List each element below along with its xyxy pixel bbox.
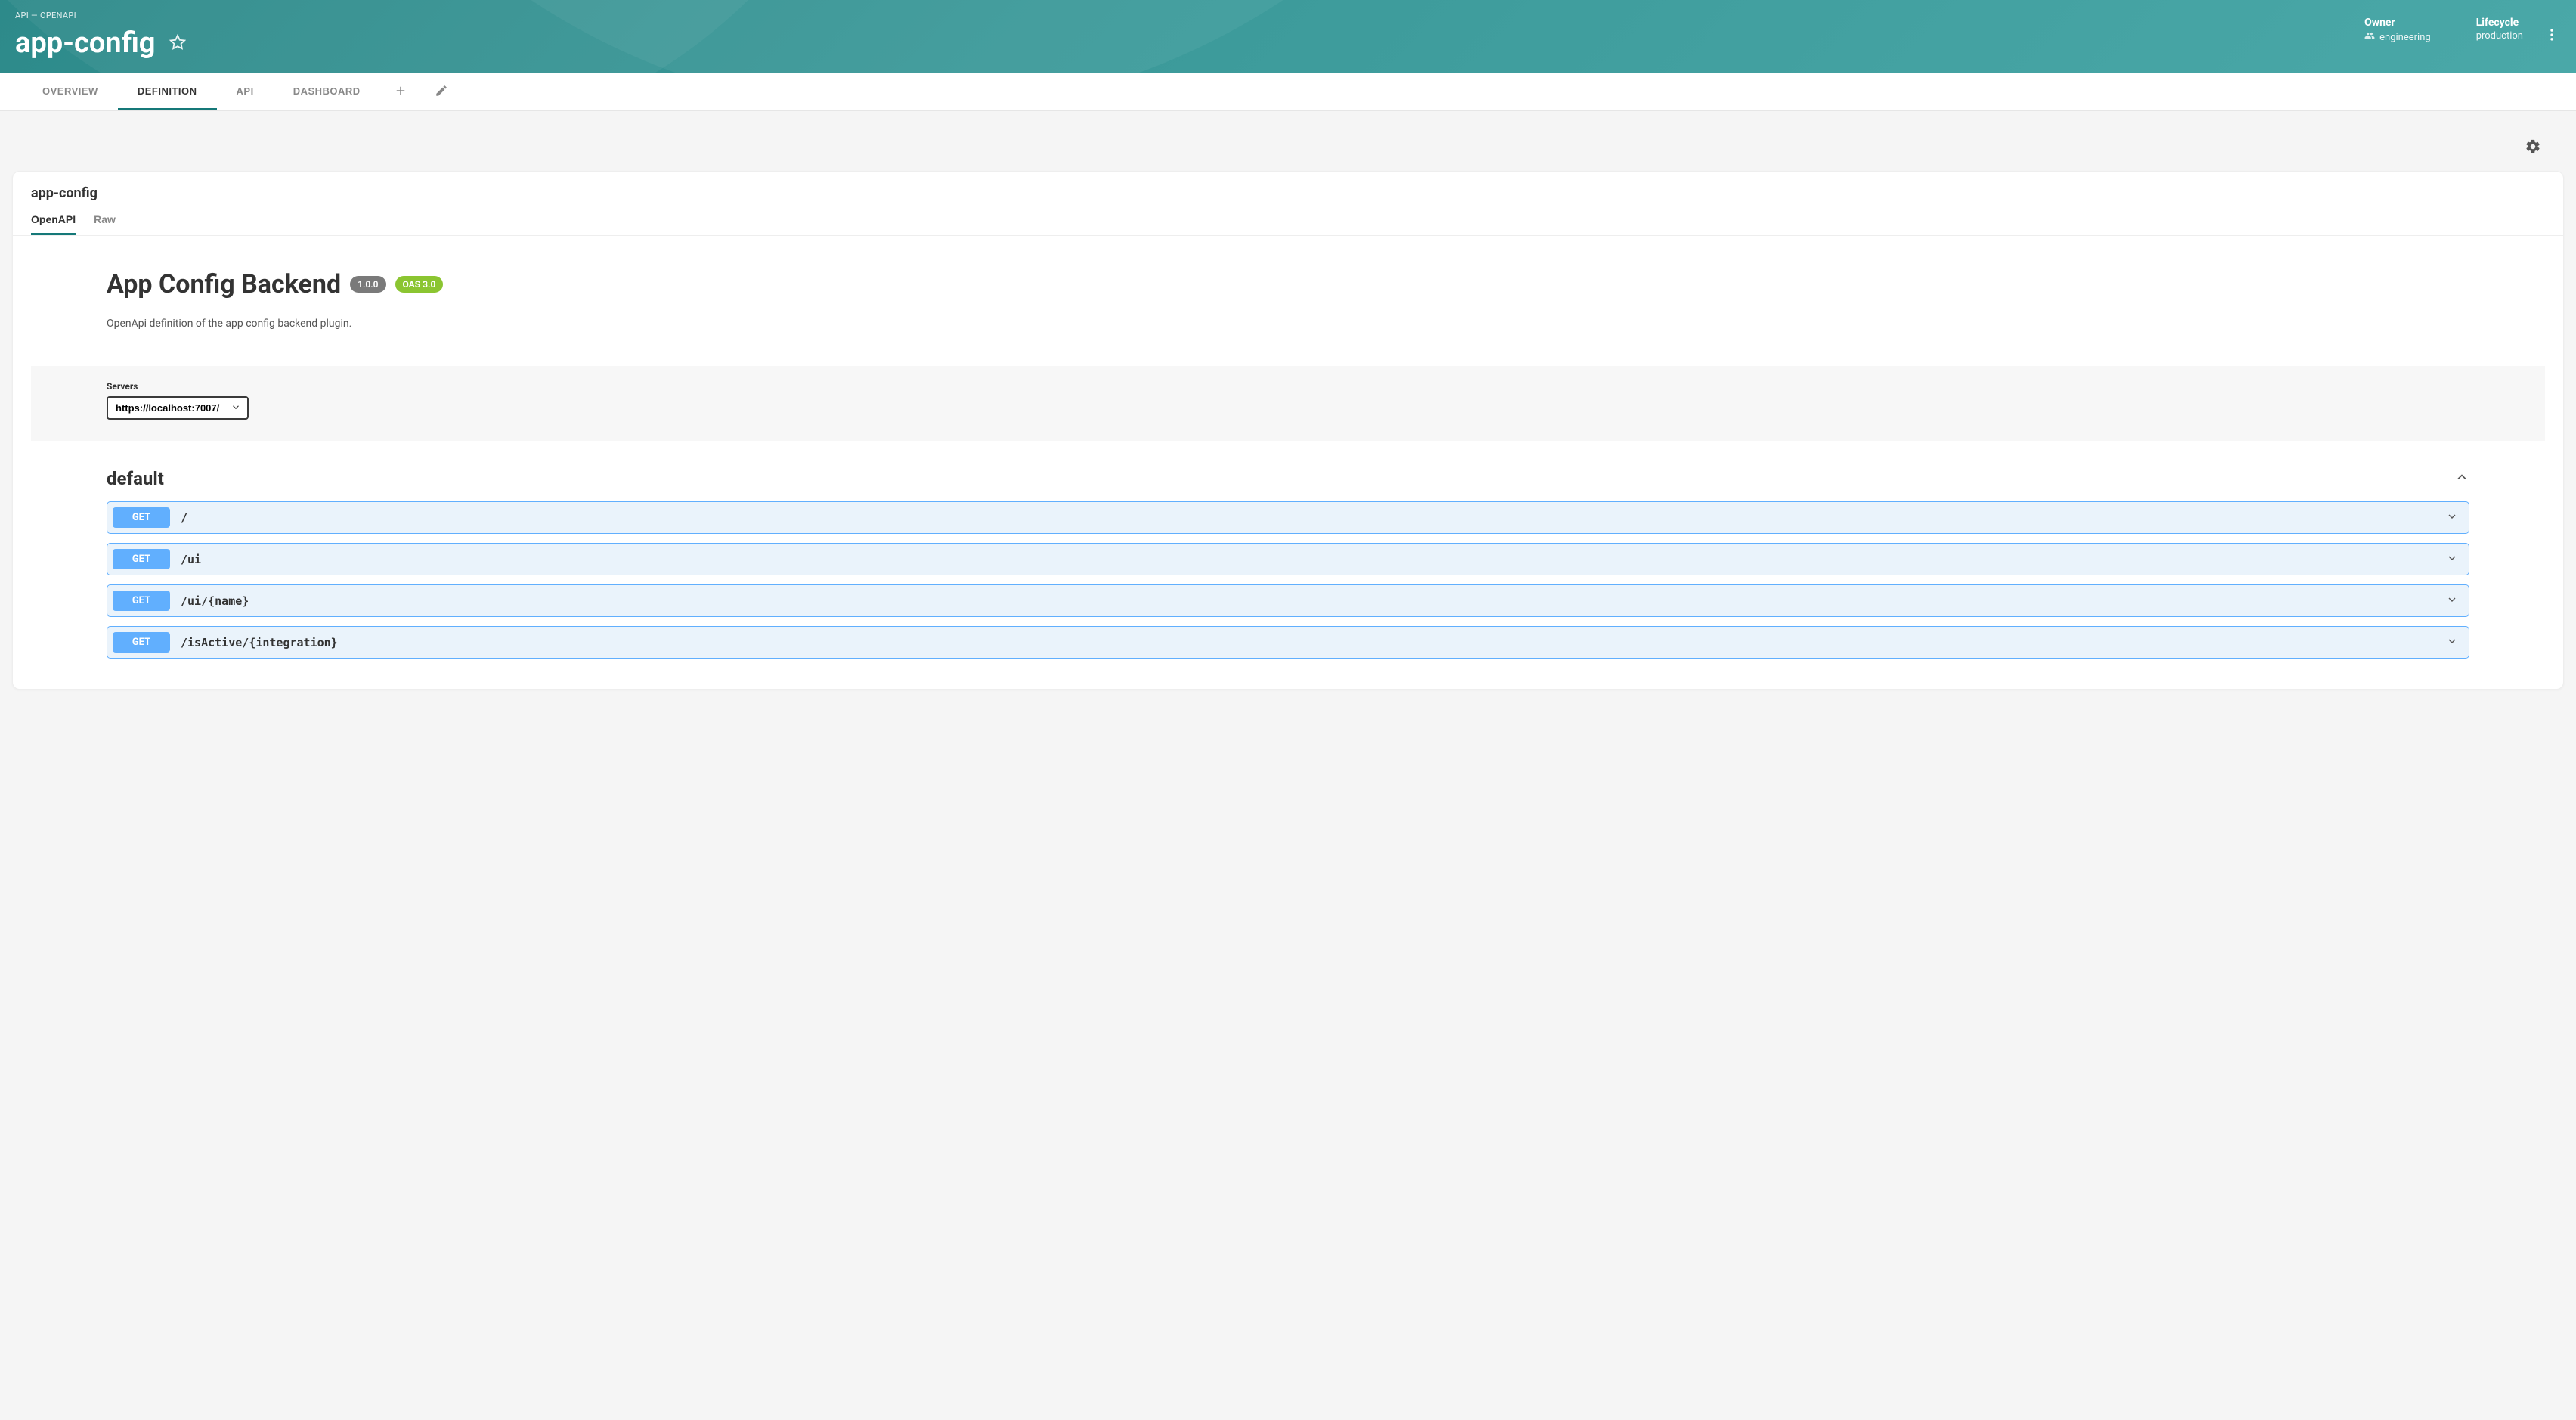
- tab-overview[interactable]: OVERVIEW: [23, 73, 118, 110]
- chevron-down-icon: [2446, 510, 2458, 526]
- servers-block: Servers https://localhost:7007/: [31, 366, 2545, 441]
- lifecycle-label: Lifecycle: [2476, 17, 2523, 29]
- http-method-badge: GET: [113, 632, 170, 653]
- tab-api[interactable]: API: [217, 73, 274, 110]
- api-description: OpenApi definition of the app config bac…: [31, 318, 2545, 330]
- owner-link[interactable]: engineering: [2379, 32, 2431, 43]
- tab-definition[interactable]: DEFINITION: [118, 73, 217, 110]
- operation-row[interactable]: GET /ui/{name}: [107, 584, 2469, 617]
- operation-path: /ui: [181, 553, 2435, 566]
- plus-icon: [394, 86, 407, 101]
- edit-tabs-button[interactable]: [421, 84, 462, 101]
- chevron-down-icon: [2446, 635, 2458, 650]
- chevron-up-icon: [2454, 470, 2469, 488]
- page-header: API — OPENAPI app-config Owner engineeri…: [0, 0, 2576, 73]
- servers-label: Servers: [107, 381, 2469, 392]
- group-icon: [2364, 30, 2375, 44]
- operation-path: /isActive/{integration}: [181, 636, 2435, 650]
- chevron-down-icon: [2446, 552, 2458, 567]
- settings-button[interactable]: [2520, 134, 2546, 162]
- card-tab-raw[interactable]: Raw: [94, 213, 116, 235]
- chevron-down-icon: [2446, 594, 2458, 609]
- kebab-icon: [2544, 33, 2559, 45]
- http-method-badge: GET: [113, 591, 170, 611]
- operation-row[interactable]: GET /isActive/{integration}: [107, 626, 2469, 659]
- http-method-badge: GET: [113, 507, 170, 528]
- more-actions-button[interactable]: [2540, 23, 2564, 49]
- tab-dashboard[interactable]: DASHBOARD: [274, 73, 380, 110]
- favorite-button[interactable]: [166, 31, 189, 56]
- operation-path: /ui/{name}: [181, 594, 2435, 608]
- card-tab-openapi[interactable]: OpenAPI: [31, 213, 76, 235]
- page-title: app-config: [15, 26, 156, 60]
- lifecycle-block: Lifecycle production: [2476, 17, 2523, 44]
- card-title: app-config: [31, 185, 2545, 201]
- operation-path: /: [181, 511, 2435, 525]
- owner-label: Owner: [2364, 17, 2431, 29]
- servers-select[interactable]: https://localhost:7007/: [107, 396, 249, 420]
- main-tabbar: OVERVIEW DEFINITION API DASHBOARD: [0, 73, 2576, 111]
- api-title: App Config Backend: [107, 269, 341, 299]
- oas-badge: OAS 3.0: [395, 276, 444, 293]
- gear-icon: [2525, 146, 2541, 157]
- definition-card: app-config OpenAPI Raw App Config Backen…: [12, 171, 2564, 690]
- add-tab-button[interactable]: [380, 84, 421, 101]
- owner-block: Owner engineering: [2364, 17, 2431, 44]
- version-badge: 1.0.0: [350, 276, 385, 293]
- lifecycle-value: production: [2476, 30, 2523, 42]
- operation-group-header[interactable]: default: [107, 462, 2469, 501]
- star-icon: [169, 42, 186, 53]
- breadcrumb: API — OPENAPI: [15, 11, 2561, 20]
- pencil-icon: [435, 86, 448, 101]
- operation-row[interactable]: GET /: [107, 501, 2469, 534]
- operation-group-title: default: [107, 468, 164, 489]
- operation-row[interactable]: GET /ui: [107, 543, 2469, 575]
- http-method-badge: GET: [113, 549, 170, 569]
